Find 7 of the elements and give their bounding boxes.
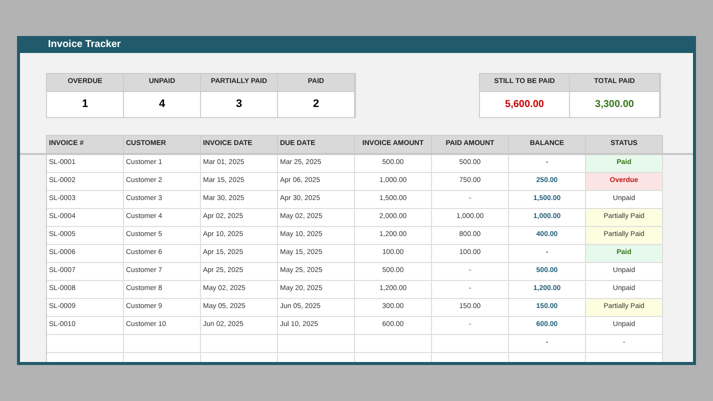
summary-total: 5,600.00 [505,98,544,112]
summary-count: 2 [312,97,320,112]
summary-count: 1 [82,97,88,112]
summary-count: 4 [158,97,166,112]
window-title: Invoice Tracker [48,38,121,52]
summary-count: 3 [236,97,242,112]
summary-total: 3,300.00 [595,98,634,112]
